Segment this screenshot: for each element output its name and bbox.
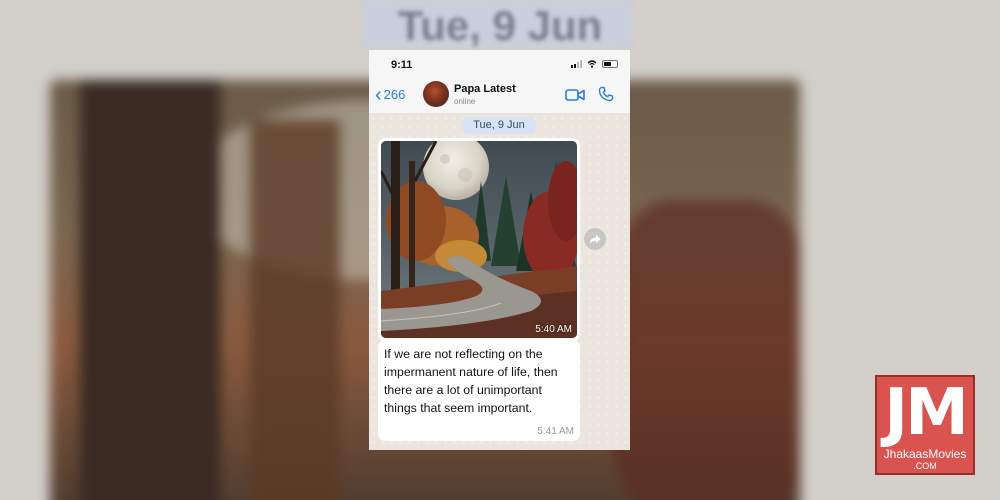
chat-area: Tue, 9 Jun 5:40 AM If we are not reflect… [369, 114, 630, 450]
status-icons [571, 60, 618, 68]
contact-status: online [454, 97, 476, 106]
chat-screenshot: 9:11 ‹ 266 Papa Latest online Tue, 9 Jun… [369, 50, 630, 450]
battery-icon [602, 60, 618, 68]
video-camera-icon[interactable] [565, 88, 585, 102]
date-separator: Tue, 9 Jun [462, 117, 536, 134]
logo-domain: .COM [913, 461, 937, 471]
text-message[interactable]: If we are not reflecting on the imperman… [378, 340, 580, 441]
jhakaasmovies-logo: JM JhakaasMovies .COM [875, 375, 975, 475]
forward-icon [589, 234, 601, 244]
message-text: If we are not reflecting on the imperman… [384, 347, 558, 415]
signal-icon [571, 60, 582, 68]
contact-avatar[interactable] [423, 81, 449, 107]
chat-header: ‹ 266 Papa Latest online [369, 78, 630, 114]
background-date-text: Tue, 9 Jun [397, 2, 603, 49]
image-message[interactable]: 5:40 AM [378, 138, 580, 341]
autumn-road-photo[interactable]: 5:40 AM [381, 141, 577, 338]
back-count: 266 [383, 87, 406, 102]
status-bar: 9:11 [369, 50, 630, 78]
chevron-left-icon: ‹ [375, 83, 382, 106]
logo-name: JhakaasMovies [883, 447, 967, 461]
status-time: 9:11 [391, 59, 413, 71]
forward-button[interactable] [584, 228, 606, 250]
contact-name[interactable]: Papa Latest [454, 83, 516, 95]
wifi-icon [587, 60, 597, 68]
back-button[interactable]: ‹ 266 [375, 83, 406, 106]
logo-letters: JM [884, 376, 969, 450]
message-timestamp: 5:41 AM [537, 426, 574, 437]
phone-icon[interactable] [598, 86, 614, 102]
image-timestamp: 5:40 AM [535, 324, 572, 335]
